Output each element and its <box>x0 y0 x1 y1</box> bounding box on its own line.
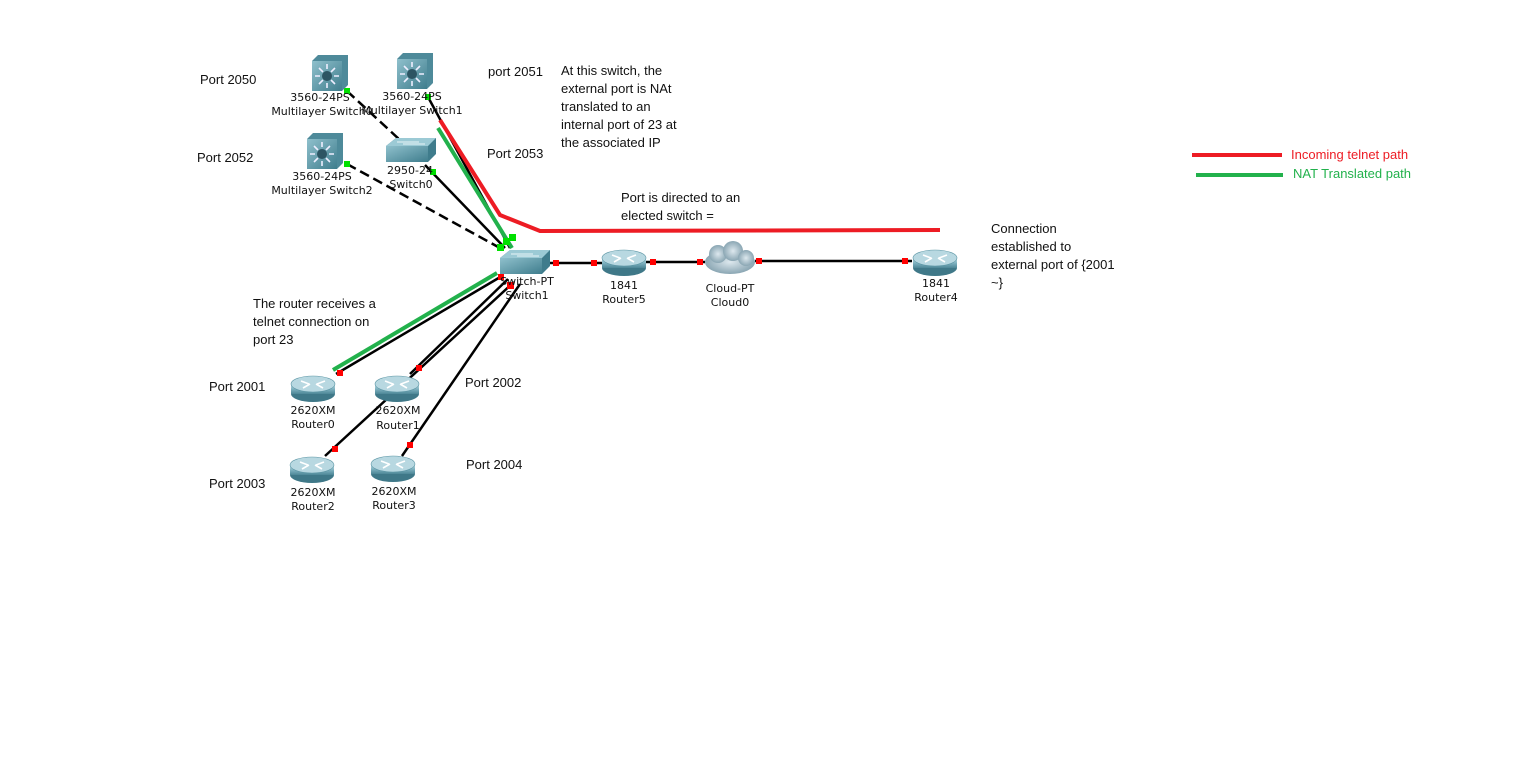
note-line: translated to an <box>561 99 651 114</box>
device-router2[interactable]: 2620XM Router2 <box>289 456 336 513</box>
note-router-receives: The router receives a telnet connection … <box>253 296 377 347</box>
device-name: Switch0 <box>389 178 432 191</box>
port-label-2003: Port 2003 <box>209 476 265 491</box>
device-multilayer-switch1[interactable]: 3560-24PS Multilayer Switch1 <box>361 52 463 117</box>
port-label-2004: Port 2004 <box>466 457 522 472</box>
router-icon <box>290 375 336 403</box>
note-line: port 23 <box>253 332 293 347</box>
network-topology-canvas: 3560-24PS Multilayer Switch0 3560-24PS M… <box>197 52 1411 513</box>
device-router4[interactable]: 1841 Router4 <box>912 249 958 304</box>
device-model: Switch-PT <box>500 275 554 288</box>
device-model: 2620XM <box>371 485 416 498</box>
port-label-2053: Port 2053 <box>487 146 543 161</box>
switch-icon <box>385 137 437 163</box>
legend-label-incoming: Incoming telnet path <box>1291 147 1408 162</box>
note-line: Port is directed to an <box>621 190 740 205</box>
device-router0[interactable]: 2620XM Router0 <box>290 375 336 431</box>
note-line: external port is NAt <box>561 81 672 96</box>
device-name: Switch1 <box>505 289 548 302</box>
port-label-2001: Port 2001 <box>209 379 265 394</box>
device-name: Router3 <box>372 499 415 512</box>
note-line: At this switch, the <box>561 63 662 78</box>
port-label-2051: port 2051 <box>488 64 543 79</box>
device-model: 2620XM <box>290 404 335 417</box>
device-router5[interactable]: 1841 Router5 <box>601 249 647 306</box>
router-icon <box>601 249 647 277</box>
device-switch0[interactable]: 2950-24 Switch0 <box>385 137 437 191</box>
legend: Incoming telnet path NAT Translated path <box>1192 147 1411 181</box>
device-model: 3560-24PS <box>292 170 352 183</box>
device-name: Multilayer Switch1 <box>361 104 462 117</box>
device-model: 1841 <box>610 279 638 292</box>
note-nat-switch: At this switch, the external port is NAt… <box>561 63 677 150</box>
device-model: 3560-24PS <box>382 90 442 103</box>
device-router3[interactable]: 2620XM Router3 <box>370 455 417 512</box>
note-line: established to <box>991 239 1071 254</box>
device-router1[interactable]: 2620XM Router1 <box>374 375 421 432</box>
note-line: internal port of 23 at <box>561 117 677 132</box>
multilayer-switch-icon <box>306 132 344 170</box>
note-line: elected switch = <box>621 208 714 223</box>
note-directed: Port is directed to an elected switch = <box>621 190 740 223</box>
device-name: Multilayer Switch2 <box>271 184 372 197</box>
device-cloud0[interactable]: Cloud-PT Cloud0 <box>705 241 755 309</box>
port-label-2002: Port 2002 <box>465 375 521 390</box>
device-model: 3560-24PS <box>290 91 350 104</box>
device-model: 2620XM <box>290 486 335 499</box>
note-line: Connection <box>991 221 1057 236</box>
note-established: Connection established to external port … <box>991 221 1115 290</box>
router-icon <box>289 456 335 484</box>
device-multilayer-switch0[interactable]: 3560-24PS Multilayer Switch0 <box>271 54 373 118</box>
device-name: Router4 <box>914 291 957 304</box>
device-name: Router0 <box>291 418 334 431</box>
device-name: Cloud0 <box>711 296 749 309</box>
device-name: Router1 <box>376 419 419 432</box>
legend-label-nat: NAT Translated path <box>1293 166 1411 181</box>
device-name: Router5 <box>602 293 645 306</box>
device-multilayer-switch2[interactable]: 3560-24PS Multilayer Switch2 <box>271 132 373 197</box>
port-label-2052: Port 2052 <box>197 150 253 165</box>
device-switch1[interactable]: Switch-PT Switch1 <box>499 249 554 302</box>
note-line: the associated IP <box>561 135 661 150</box>
device-model: Cloud-PT <box>706 282 755 295</box>
device-model: 1841 <box>922 277 950 290</box>
cloud-icon <box>705 241 755 274</box>
device-model: 2950-24 <box>387 164 433 177</box>
multilayer-switch-icon <box>311 54 349 92</box>
device-name: Router2 <box>291 500 334 513</box>
router-icon <box>370 455 416 483</box>
port-label-2050: Port 2050 <box>200 72 256 87</box>
note-line: external port of {2001 <box>991 257 1115 272</box>
device-name: Multilayer Switch0 <box>271 105 372 118</box>
switch-icon <box>499 249 551 275</box>
multilayer-switch-icon <box>396 52 434 90</box>
device-model: 2620XM <box>375 404 420 417</box>
router-icon <box>374 375 420 403</box>
note-line: The router receives a <box>253 296 377 311</box>
note-line: telnet connection on <box>253 314 369 329</box>
router-icon <box>912 249 958 277</box>
note-line: ~} <box>991 275 1004 290</box>
